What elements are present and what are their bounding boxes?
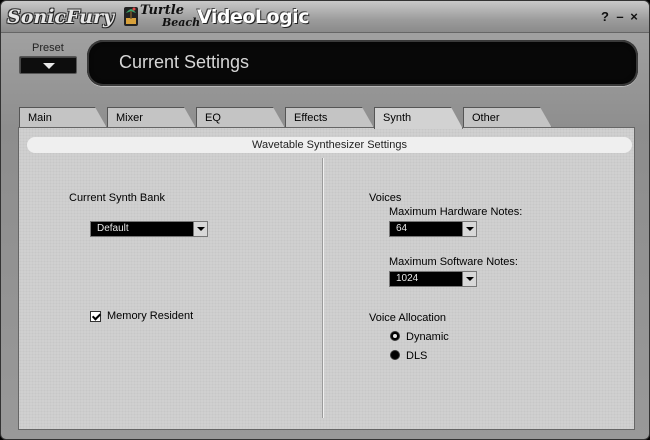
- lcd-display: Current Settings: [87, 40, 638, 86]
- chevron-down-icon: [193, 222, 207, 236]
- synth-panel: Wavetable Synthesizer Settings Current S…: [18, 127, 635, 430]
- tab-other-label: Other: [472, 112, 500, 124]
- tab-mixer-label: Mixer: [116, 112, 143, 124]
- sw-notes-label: Maximum Software Notes:: [389, 256, 518, 268]
- videologic-logo: VideoLogic: [197, 6, 309, 28]
- voice-allocation-label: Voice Allocation: [369, 312, 447, 324]
- chevron-down-icon: [462, 272, 476, 286]
- title-bar[interactable]: SonicFury Turtle Beach VideoLogic ? – ×: [1, 1, 649, 33]
- voices-label: Voices: [369, 192, 402, 204]
- section-header: Wavetable Synthesizer Settings: [27, 137, 632, 153]
- dls-radio[interactable]: [390, 350, 400, 360]
- chevron-down-icon: [462, 222, 476, 236]
- divider: [322, 158, 324, 418]
- preset-button[interactable]: [19, 56, 77, 74]
- synth-bank-dropdown[interactable]: Default: [90, 221, 208, 237]
- tab-synth-label: Synth: [383, 112, 412, 124]
- chevron-down-icon: [43, 63, 55, 69]
- tab-effects[interactable]: Effects: [285, 107, 374, 128]
- close-button[interactable]: ×: [628, 10, 640, 24]
- sonicfury-logo: SonicFury: [7, 6, 115, 28]
- turtle-beach-logo: Turtle Beach: [140, 4, 201, 29]
- memory-resident-label: Memory Resident: [107, 310, 194, 322]
- dynamic-radio[interactable]: [390, 331, 400, 341]
- hw-notes-value: 64: [396, 223, 408, 234]
- sw-notes-value: 1024: [396, 273, 419, 284]
- palm-tree-icon: [124, 7, 138, 26]
- tab-other[interactable]: Other: [463, 107, 552, 128]
- tab-eq[interactable]: EQ: [196, 107, 285, 128]
- sw-notes-dropdown[interactable]: 1024: [389, 271, 477, 287]
- hw-notes-label: Maximum Hardware Notes:: [389, 206, 523, 218]
- tab-mixer[interactable]: Mixer: [107, 107, 196, 128]
- tab-main-label: Main: [28, 112, 52, 124]
- app-window: SonicFury Turtle Beach VideoLogic ? – × …: [0, 0, 650, 440]
- tab-eq-label: EQ: [205, 112, 221, 124]
- lcd-display-text: Current Settings: [119, 52, 250, 72]
- synth-bank-value: Default: [97, 223, 129, 234]
- tab-main[interactable]: Main: [19, 107, 107, 128]
- preset-label: Preset: [32, 42, 64, 54]
- tab-effects-label: Effects: [294, 112, 328, 124]
- synth-bank-label: Current Synth Bank: [69, 192, 165, 204]
- dynamic-radio-label: Dynamic: [406, 331, 449, 343]
- help-button[interactable]: ?: [599, 10, 611, 24]
- tab-synth[interactable]: Synth: [374, 107, 463, 129]
- memory-resident-checkbox[interactable]: [90, 311, 101, 322]
- minimize-button[interactable]: –: [614, 10, 626, 24]
- hw-notes-dropdown[interactable]: 64: [389, 221, 477, 237]
- beach-text: Beach: [162, 16, 201, 29]
- dls-radio-label: DLS: [406, 350, 428, 362]
